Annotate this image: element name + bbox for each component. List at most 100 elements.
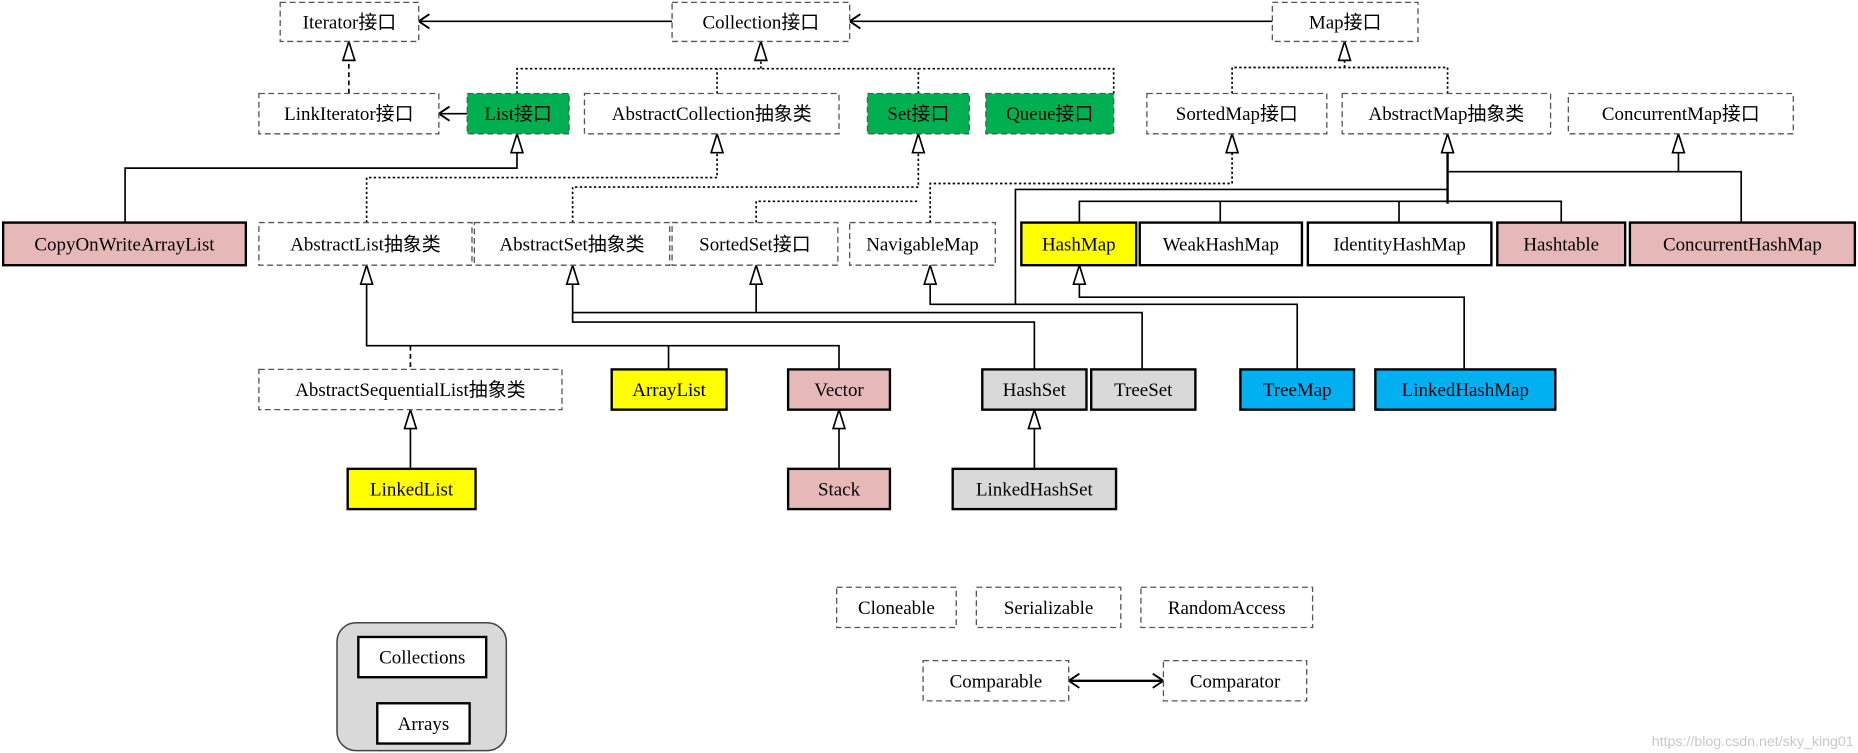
abstractset-set-edge — [571, 152, 920, 223]
abstractsequentiallist-label: AbstractSequentialList抽象类 — [295, 379, 525, 401]
inherit-arrow — [710, 131, 725, 154]
treeset-edge — [572, 311, 1143, 370]
node-treemap: TreeMap — [1239, 368, 1356, 411]
linkedlist-label: LinkedList — [370, 479, 454, 500]
node-collections: Collections — [357, 635, 488, 679]
lists-abstractlist-edge — [365, 284, 840, 370]
node-linkiterator: LinkIterator接口 — [258, 92, 440, 135]
node-hashset: HashSet — [981, 368, 1088, 411]
node-cloneable: Cloneable — [835, 586, 957, 629]
collection-children-edge — [516, 67, 1115, 94]
comparable-label: Comparable — [950, 671, 1043, 692]
linkedhashset-label: LinkedHashSet — [976, 479, 1093, 500]
treeset-label: TreeSet — [1114, 380, 1173, 401]
inherit-arrow — [565, 262, 580, 285]
node-weakhashmap: WeakHashMap — [1138, 221, 1304, 267]
inherit-arrow — [509, 131, 525, 154]
node-list: List接口 — [466, 92, 570, 135]
arraylist-label: ArrayList — [632, 380, 706, 401]
identityhashmap-label: IdentityHashMap — [1333, 234, 1466, 255]
inherit-arrow — [1027, 406, 1042, 430]
sortedmap-label: SortedMap接口 — [1176, 103, 1298, 125]
map-children-edge — [1231, 66, 1449, 94]
map-label: Map接口 — [1309, 11, 1382, 33]
node-vector: Vector — [786, 368, 892, 411]
abstractcollection-label: AbstractCollection抽象类 — [612, 103, 812, 125]
linkiterator-label: LinkIterator接口 — [284, 103, 413, 125]
diagram-canvas: Iterator接口 Collection接口 Map接口 LinkIterator接… — [1, 1, 1857, 752]
hashmap-label: HashMap — [1042, 234, 1116, 255]
node-abstractsequentiallist: AbstractSequentialList抽象类 — [258, 368, 563, 411]
abstractlist-label: AbstractList抽象类 — [290, 233, 440, 255]
nodes: Iterator接口 Collection接口 Map接口 LinkIterator接… — [1, 1, 1857, 745]
inherit-arrow — [341, 38, 356, 62]
iterator-label: Iterator接口 — [303, 11, 397, 33]
node-abstractlist: AbstractList抽象类 — [258, 221, 473, 266]
hashmaps-edge — [1078, 200, 1563, 223]
node-arraylist: ArrayList — [610, 368, 728, 411]
collection-inherit-arrow — [753, 38, 768, 62]
inherit-arrow — [923, 262, 938, 285]
node-identityhashmap: IdentityHashMap — [1306, 221, 1493, 267]
sortedset-set-edge — [755, 200, 919, 223]
inherit-arrow — [359, 262, 374, 285]
abstractset-label: AbstractSet抽象类 — [499, 233, 644, 255]
cloneable-label: Cloneable — [858, 598, 935, 619]
concurrenthashmap-edge — [1447, 170, 1743, 223]
node-randomaccess: RandomAccess — [1140, 586, 1314, 629]
inherit-arrow — [1072, 262, 1087, 285]
serializable-label: Serializable — [1004, 598, 1093, 619]
vector-label: Vector — [814, 380, 864, 401]
node-linkedhashmap: LinkedHashMap — [1374, 368, 1557, 411]
concurrentmap-label: ConcurrentMap接口 — [1602, 103, 1760, 125]
node-sortedset: SortedSet接口 — [671, 221, 839, 266]
inherit-arrow — [403, 406, 418, 430]
node-queue: Queue接口 — [985, 92, 1115, 135]
list-label: List接口 — [484, 103, 551, 125]
map-inherit-arrow — [1337, 38, 1352, 62]
abstractmap-label: AbstractMap抽象类 — [1369, 103, 1525, 125]
sortedset-label: SortedSet接口 — [699, 233, 811, 255]
stack-label: Stack — [818, 479, 861, 500]
node-serializable: Serializable — [975, 586, 1122, 629]
arrays-label: Arrays — [398, 714, 450, 735]
node-stack: Stack — [786, 467, 892, 511]
abstractlist-abstractcollection-edge — [365, 152, 718, 223]
node-linkedhashset: LinkedHashSet — [951, 467, 1118, 511]
copyonwritearraylist-label: CopyOnWriteArrayList — [34, 234, 215, 255]
node-concurrentmap: ConcurrentMap接口 — [1567, 92, 1794, 135]
inherit-arrow — [1440, 131, 1455, 154]
hashtable-label: Hashtable — [1523, 234, 1599, 255]
cowal-list-edge — [124, 152, 518, 223]
collections-label: Collections — [379, 648, 465, 669]
linkedhashmap-label: LinkedHashMap — [1402, 380, 1529, 401]
node-copyonwritearraylist: CopyOnWriteArrayList — [1, 221, 248, 267]
node-abstractset: AbstractSet抽象类 — [473, 221, 671, 266]
queue-label: Queue接口 — [1006, 103, 1093, 125]
node-arrays: Arrays — [376, 702, 471, 745]
navigablemap-sortedmap-edge — [929, 152, 1233, 223]
collection-label: Collection接口 — [702, 11, 819, 33]
node-hashtable: Hashtable — [1496, 221, 1627, 267]
node-map: Map接口 — [1271, 1, 1419, 43]
node-comparable: Comparable — [922, 659, 1070, 702]
node-iterator: Iterator接口 — [279, 1, 420, 43]
comparator-label: Comparator — [1190, 671, 1281, 692]
inherit-arrow — [911, 131, 926, 154]
inherit-arrow — [1671, 131, 1686, 154]
node-abstractcollection: AbstractCollection抽象类 — [583, 92, 840, 135]
node-comparator: Comparator — [1162, 659, 1308, 702]
inherit-arrow — [1225, 131, 1240, 154]
node-set: Set接口 — [866, 92, 970, 135]
java-collections-diagram: Iterator接口 Collection接口 Map接口 LinkIterator接… — [0, 0, 1858, 753]
hashset-abstractset-edge — [571, 284, 1036, 370]
node-abstractmap: AbstractMap抽象类 — [1341, 92, 1552, 135]
node-collection: Collection接口 — [671, 1, 851, 43]
navigablemap-label: NavigableMap — [866, 234, 979, 255]
concurrenthashmap-label: ConcurrentHashMap — [1663, 234, 1822, 255]
inherit-arrow — [749, 262, 764, 285]
node-sortedmap: SortedMap接口 — [1146, 92, 1328, 135]
treemap-label: TreeMap — [1263, 380, 1332, 401]
set-label: Set接口 — [887, 103, 949, 125]
node-navigablemap: NavigableMap — [849, 221, 996, 266]
